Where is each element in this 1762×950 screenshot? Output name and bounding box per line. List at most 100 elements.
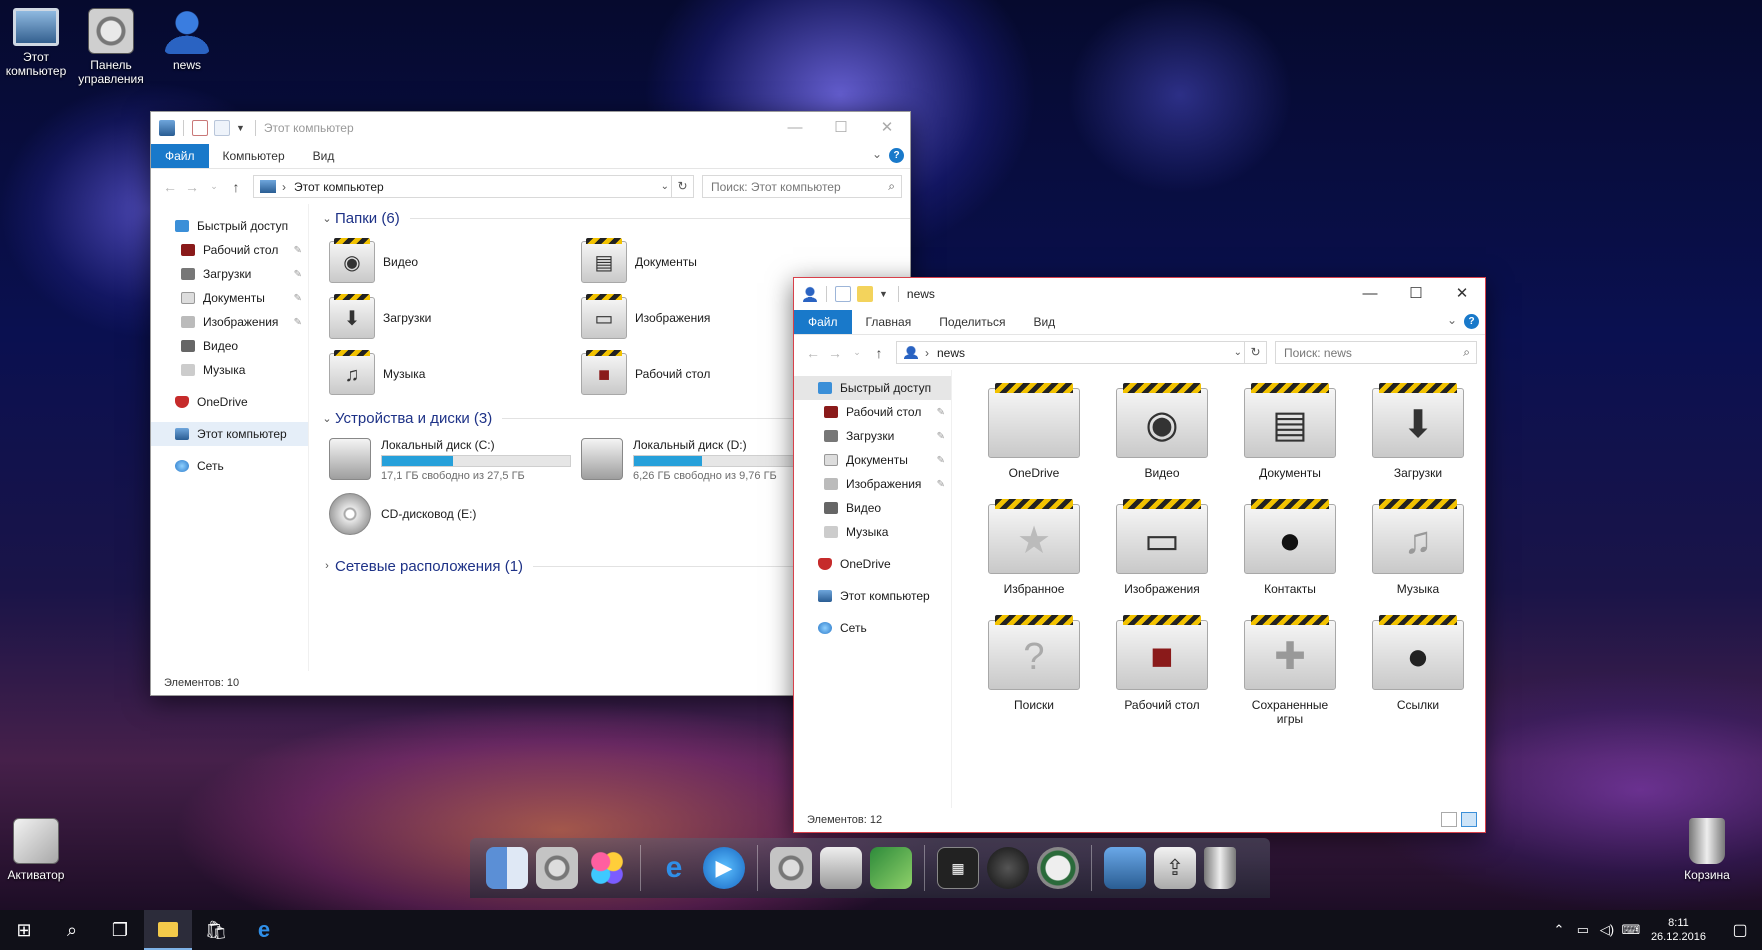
system-settings-icon[interactable] xyxy=(536,847,578,889)
file-explorer-taskbar-button[interactable] xyxy=(144,910,192,950)
nav-item-downloads[interactable]: Загрузки ✎ xyxy=(151,262,308,286)
desktop-icon-activator[interactable]: Активатор xyxy=(0,818,76,882)
large-icons-view-icon[interactable] xyxy=(1461,812,1477,827)
trash-icon[interactable] xyxy=(1204,847,1236,889)
explorer-window-news[interactable]: ▼ news — ☐ ✕ Файл Главная Поделиться Вид… xyxy=(793,277,1486,833)
media-player-icon[interactable]: ▶ xyxy=(703,847,745,889)
edge-taskbar-button[interactable]: e xyxy=(240,910,288,950)
folder-item-music[interactable]: ♫ Музыка xyxy=(1354,499,1482,610)
nav-item-documents[interactable]: Документы ✎ xyxy=(151,286,308,310)
back-button[interactable]: ← xyxy=(159,179,181,195)
tab-view[interactable]: Вид xyxy=(299,144,349,168)
folder-item-links[interactable]: ● Ссылки xyxy=(1354,615,1482,726)
folder-item-contacts[interactable]: ● Контакты xyxy=(1226,499,1354,610)
keyboard-icon[interactable]: ⌨ xyxy=(1619,922,1643,938)
nav-item-videos[interactable]: Видео xyxy=(794,496,951,520)
pin-icon[interactable]: ✎ xyxy=(937,479,945,490)
qat-dropdown-icon[interactable]: ▼ xyxy=(236,123,245,133)
tab-file[interactable]: Файл xyxy=(151,144,209,168)
up-button[interactable]: ↑ xyxy=(225,179,247,195)
details-view-icon[interactable] xyxy=(1441,812,1457,827)
start-button[interactable]: ⊞ xyxy=(0,910,48,950)
tab-share[interactable]: Поделиться xyxy=(925,310,1019,334)
nav-item-onedrive[interactable]: OneDrive xyxy=(794,552,951,576)
folder-item-searches[interactable]: ? Поиски xyxy=(970,615,1098,726)
folder-item-pictures[interactable]: ▭ Изображения xyxy=(1098,499,1226,610)
title-bar[interactable]: ▼ Этот компьютер — ☐ ✕ xyxy=(151,112,910,144)
spaces-icon[interactable] xyxy=(870,847,912,889)
close-button[interactable]: ✕ xyxy=(1439,278,1485,308)
new-folder-icon[interactable] xyxy=(857,286,873,302)
recent-dropdown-icon[interactable]: ⌄ xyxy=(846,347,868,358)
pin-icon[interactable]: ✎ xyxy=(294,245,302,256)
folder-item-desktop[interactable]: ■ Рабочий стол xyxy=(1098,615,1226,726)
desktop-icon-control-panel[interactable]: Панель управления xyxy=(71,8,151,86)
pin-icon[interactable]: ✎ xyxy=(937,407,945,418)
refresh-button[interactable]: ↻ xyxy=(671,176,693,197)
chevron-down-icon[interactable]: ⌄ xyxy=(872,147,882,161)
nav-item-music[interactable]: Музыка xyxy=(151,358,308,382)
volume-icon[interactable]: ◁) xyxy=(1595,922,1619,938)
refresh-button[interactable]: ↻ xyxy=(1244,342,1266,363)
nav-item-pictures[interactable]: Изображения ✎ xyxy=(151,310,308,334)
network-icon[interactable]: ▭ xyxy=(1571,922,1595,938)
nav-item-videos[interactable]: Видео xyxy=(151,334,308,358)
task-view-button[interactable]: ❐ xyxy=(96,910,144,950)
properties-icon[interactable] xyxy=(192,120,208,136)
clock[interactable]: 8:11 26.12.2016 xyxy=(1651,916,1706,944)
folder-item-onedrive[interactable]: OneDrive xyxy=(970,383,1098,494)
qat-dropdown-icon[interactable]: ▼ xyxy=(879,289,888,299)
breadcrumb-chevron-icon[interactable]: › xyxy=(282,180,286,194)
pin-icon[interactable]: ✎ xyxy=(294,269,302,280)
action-center-icon[interactable]: ▢ xyxy=(1718,920,1762,940)
breadcrumb[interactable]: Этот компьютер xyxy=(294,180,384,194)
up-button[interactable]: ↑ xyxy=(868,345,890,361)
nav-item-this-pc[interactable]: Этот компьютер xyxy=(151,422,308,446)
desktop-icon-news[interactable]: news xyxy=(147,8,227,72)
share-icon[interactable]: ⇪ xyxy=(1154,847,1196,889)
nav-item-quick-access[interactable]: Быстрый доступ xyxy=(151,214,308,238)
properties-icon[interactable] xyxy=(835,286,851,302)
nav-item-music[interactable]: Музыка xyxy=(794,520,951,544)
tab-file[interactable]: Файл xyxy=(794,310,852,334)
address-bar[interactable]: › news ⌄ ↻ xyxy=(896,341,1267,364)
search-input[interactable]: Поиск: Этот компьютер ⌕ xyxy=(702,175,902,198)
nav-item-quick-access[interactable]: Быстрый доступ xyxy=(794,376,951,400)
nav-item-network[interactable]: Сеть xyxy=(151,454,308,478)
drive-c[interactable]: Локальный диск (C:) 17,1 ГБ свободно из 2… xyxy=(329,438,581,486)
tab-computer[interactable]: Компьютер xyxy=(209,144,299,168)
pin-icon[interactable]: ✎ xyxy=(294,293,302,304)
breadcrumb-chevron-icon[interactable]: › xyxy=(925,346,929,360)
nav-item-pictures[interactable]: Изображения ✎ xyxy=(794,472,951,496)
nav-item-downloads[interactable]: Загрузки ✎ xyxy=(794,424,951,448)
preferences-icon[interactable] xyxy=(770,847,812,889)
group-header-folders[interactable]: ⌄ Папки (6) xyxy=(319,204,910,232)
desktop-icon-this-pc[interactable]: Этот компьютер xyxy=(0,8,76,78)
help-icon[interactable]: ? xyxy=(1464,314,1479,329)
folder-tile-music[interactable]: ♫ Музыка xyxy=(329,350,581,396)
pin-icon[interactable]: ✎ xyxy=(937,431,945,442)
calculator-icon[interactable]: ▦ xyxy=(937,847,979,889)
nav-item-network[interactable]: Сеть xyxy=(794,616,951,640)
task-view-icon[interactable] xyxy=(1104,847,1146,889)
internet-explorer-icon[interactable]: e xyxy=(653,847,695,889)
folder-tile-downloads[interactable]: ⬇ Загрузки xyxy=(329,294,581,340)
show-hidden-icons-chevron-icon[interactable]: ⌃ xyxy=(1547,922,1571,938)
nav-item-documents[interactable]: Документы ✎ xyxy=(794,448,951,472)
new-folder-icon[interactable] xyxy=(214,120,230,136)
folder-item-documents[interactable]: ▤ Документы xyxy=(1226,383,1354,494)
search-button[interactable]: ⌕ xyxy=(48,910,96,950)
tab-home[interactable]: Главная xyxy=(852,310,926,334)
address-bar[interactable]: › Этот компьютер ⌄ ↻ xyxy=(253,175,694,198)
chevron-down-icon[interactable]: ⌄ xyxy=(1234,347,1242,358)
title-bar[interactable]: ▼ news — ☐ ✕ xyxy=(794,278,1485,310)
folder-item-saved-games[interactable]: ✚ Сохраненные игры xyxy=(1226,615,1354,726)
folder-item-videos[interactable]: ◉ Видео xyxy=(1098,383,1226,494)
folder-item-favorites[interactable]: ★ Избранное xyxy=(970,499,1098,610)
close-button[interactable]: ✕ xyxy=(864,112,910,142)
maximize-button[interactable]: ☐ xyxy=(818,112,864,142)
desktop-icon-recycle-bin[interactable]: Корзина xyxy=(1667,818,1747,882)
nav-item-desktop[interactable]: Рабочий стол ✎ xyxy=(794,400,951,424)
dashboard-icon[interactable] xyxy=(987,847,1029,889)
folder-item-downloads[interactable]: ⬇ Загрузки xyxy=(1354,383,1482,494)
